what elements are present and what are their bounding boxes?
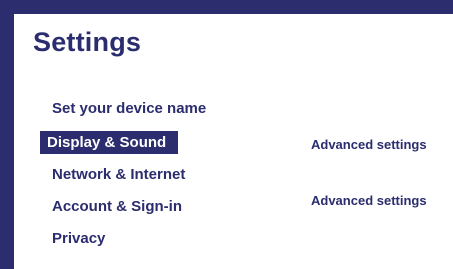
menu-item-display-sound[interactable]: Display & Sound (40, 131, 179, 154)
left-frame-bar (0, 0, 14, 269)
advanced-settings-link-display[interactable]: Advanced settings (311, 137, 427, 152)
page-title: Settings (33, 27, 142, 57)
top-frame-bar (0, 0, 453, 14)
menu-item-account-signin[interactable]: Account & Sign-in (46, 195, 188, 218)
menu-item-privacy[interactable]: Privacy (46, 227, 111, 250)
menu-item-device-name[interactable]: Set your device name (46, 97, 212, 120)
menu-item-network-internet[interactable]: Network & Internet (46, 163, 191, 186)
advanced-settings-link-account[interactable]: Advanced settings (311, 193, 427, 208)
